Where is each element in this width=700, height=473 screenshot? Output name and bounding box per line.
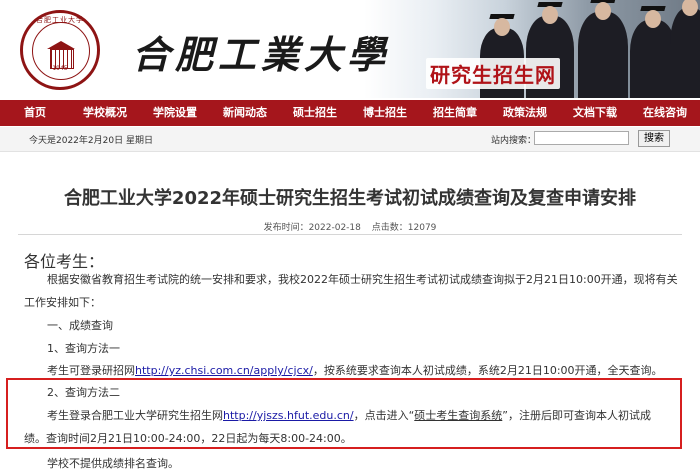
- article-title: 合肥工业大学2022年硕士研究生招生考试初试成绩查询及复查申请安排: [63, 188, 637, 209]
- graduate-figure: [670, 0, 700, 98]
- seal-year: 1945: [52, 65, 68, 72]
- chsi-link[interactable]: http://yz.chsi.com.cn/apply/cjcx/: [135, 364, 313, 377]
- intro-paragraph-line: 工作安排如下：: [24, 296, 101, 309]
- section-heading: 一、成绩查询: [47, 319, 113, 332]
- divider: [18, 234, 682, 235]
- nav-item-consult[interactable]: 在线咨询: [630, 100, 700, 126]
- method1-paragraph: 考生可登录研招网http://yz.chsi.com.cn/apply/cjcx…: [47, 362, 663, 378]
- nav-item-news[interactable]: 新闻动态: [210, 100, 280, 126]
- publish-date: 发布时间：2022-02-18: [263, 223, 361, 233]
- nav-item-downloads[interactable]: 文档下载: [560, 100, 630, 126]
- site-title: 研究生招生网: [426, 58, 560, 89]
- method2-prefix: 考生登录合肥工业大学研究生招生网: [47, 409, 223, 422]
- nav-item-policies[interactable]: 政策法规: [490, 100, 560, 126]
- university-seal-logo[interactable]: 合肥工业大学 1945: [20, 10, 100, 90]
- intro-paragraph-line: 根据安徽省教育招生考试院的统一安排和要求，我校2022年硕士研究生招生考试初试成…: [47, 273, 678, 286]
- current-date: 今天是2022年2月20日 星期日: [29, 136, 153, 146]
- info-bar: 今天是2022年2月20日 星期日 站内搜索： 搜索: [0, 127, 700, 152]
- search-input[interactable]: [534, 131, 629, 145]
- search-label: 站内搜索：: [491, 136, 537, 146]
- method1-suffix: ，按系统要求查询本人初试成绩，系统2月21日10:00开通，全天查询。: [312, 364, 663, 377]
- article-meta: 发布时间：2022-02-18 点击数：12079: [0, 220, 700, 233]
- method1-prefix: 考生可登录研招网: [47, 364, 135, 377]
- seal-roof: [47, 41, 75, 49]
- university-name-logo: 合肥工業大學: [132, 32, 391, 77]
- nav-item-colleges[interactable]: 学院设置: [140, 100, 210, 126]
- site-header: 合肥工业大学 1945 合肥工業大學 研究生招生网: [0, 0, 700, 98]
- nav-item-about[interactable]: 学校概况: [70, 100, 140, 126]
- click-count: 点击数：12079: [371, 223, 437, 233]
- graduate-figure: [578, 0, 628, 98]
- main-nav: 首页 学校概况 学院设置 新闻动态 硕士招生 博士招生 招生简章 政策法规 文档…: [0, 100, 700, 126]
- method2-paragraph: 考生登录合肥工业大学研究生招生网http://yjszs.hfut.edu.cn…: [47, 407, 651, 423]
- nav-item-home[interactable]: 首页: [0, 100, 70, 126]
- search-button[interactable]: 搜索: [638, 130, 670, 147]
- nav-item-master-admission[interactable]: 硕士招生: [280, 100, 350, 126]
- method2-title: 2、查询方法二: [47, 386, 120, 399]
- nav-item-phd-admission[interactable]: 博士招生: [350, 100, 420, 126]
- hfut-link[interactable]: http://yjszs.hfut.edu.cn/: [223, 409, 354, 422]
- greeting: 各位考生：: [24, 252, 105, 271]
- note: 学校不提供成绩排名查询。: [47, 457, 179, 470]
- method2-mid: ，点击进入“: [353, 409, 415, 422]
- method1-title: 1、查询方法一: [47, 342, 120, 355]
- method2-suffix: ”，注册后即可查询本人初试成: [502, 409, 651, 422]
- query-system-name: 硕士考生查询系统: [414, 409, 503, 422]
- method2-paragraph-line2: 绩。查询时间2月21日10:00-24:00，22日起为每天8:00-24:00…: [24, 432, 352, 445]
- nav-item-brochure[interactable]: 招生简章: [420, 100, 490, 126]
